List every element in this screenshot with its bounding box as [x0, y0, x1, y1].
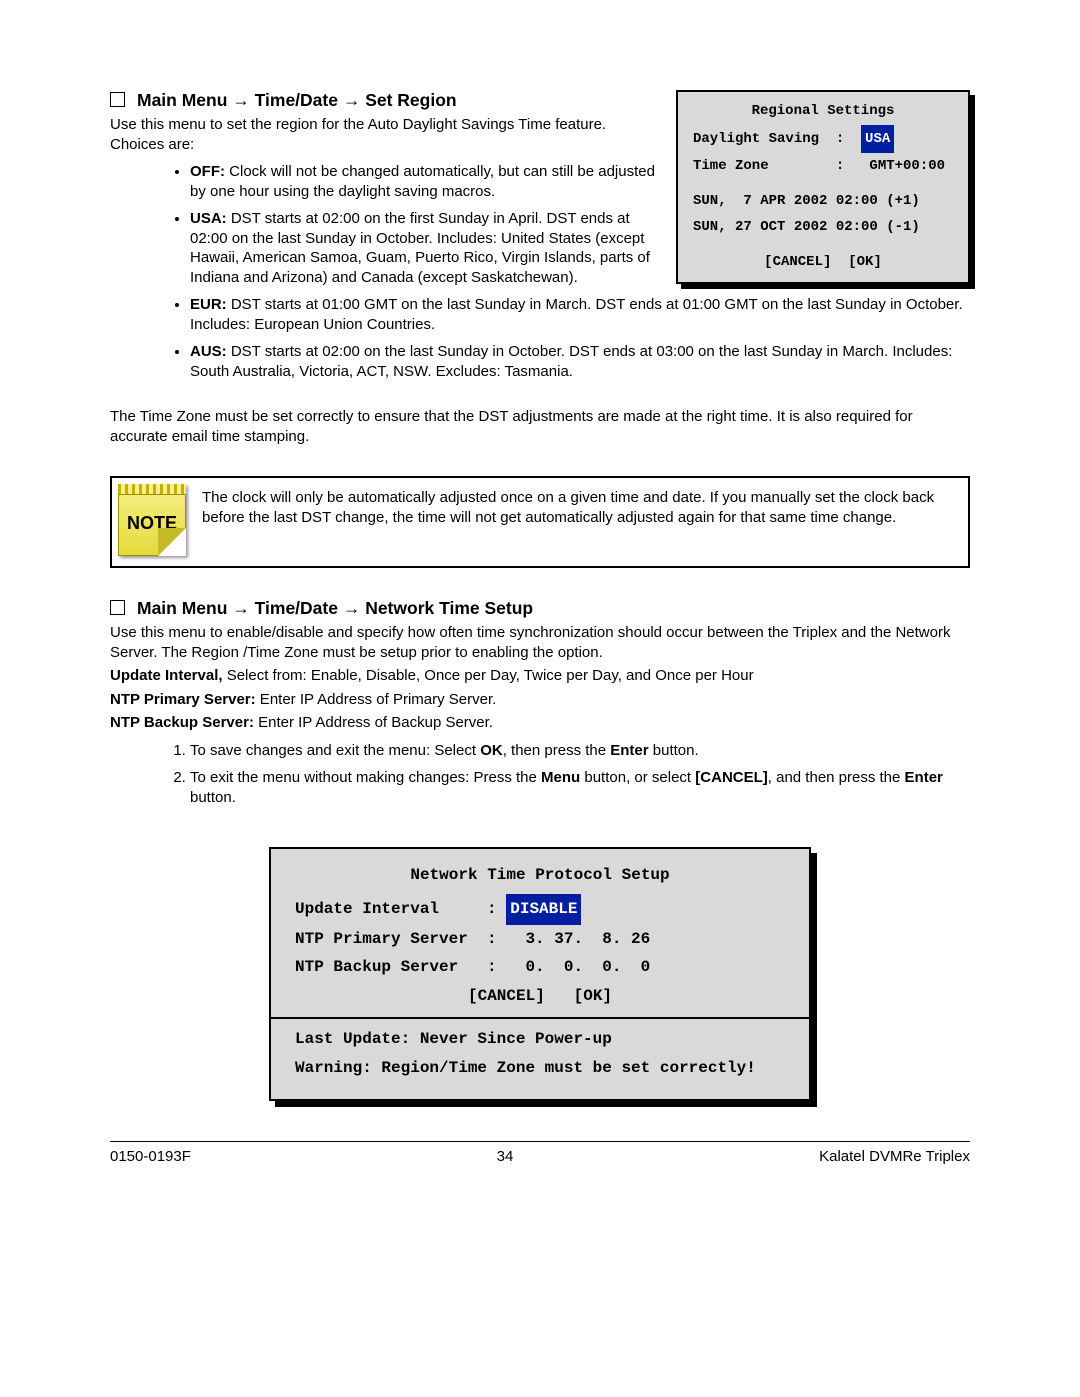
ok-button[interactable]: [OK] [574, 987, 612, 1005]
cancel-button[interactable]: [CANCEL] [468, 987, 545, 1005]
ntp-row-backup: NTP Backup Server : 0. 0. 0. 0 [295, 953, 785, 982]
regional-row-dst-start: SUN, 7 APR 2002 02:00 (+1) [693, 188, 953, 215]
cancel-button[interactable]: [CANCEL] [764, 254, 831, 270]
note-box: NOTE The clock will only be automaticall… [110, 476, 970, 568]
ntp-backup-line: NTP Backup Server: Enter IP Address of B… [110, 713, 970, 733]
list-item: To save changes and exit the menu: Selec… [190, 741, 970, 761]
ntp-warning: Warning: Region/Time Zone must be set co… [295, 1054, 785, 1083]
ok-button[interactable]: [OK] [848, 254, 882, 270]
list-item: AUS: DST starts at 02:00 on the last Sun… [190, 342, 970, 381]
regional-row-timezone: Time Zone : GMT+00:00 [693, 153, 953, 180]
footer-page-number: 34 [497, 1148, 514, 1165]
list-item: EUR: DST starts at 01:00 GMT on the last… [190, 295, 970, 334]
ntp-last-update: Last Update: Never Since Power-up [295, 1025, 785, 1054]
regional-row-dst-end: SUN, 27 OCT 2002 02:00 (-1) [693, 214, 953, 241]
ntp-panel-buttons: [CANCEL] [OK] [295, 982, 785, 1011]
checkbox-icon [110, 92, 125, 107]
regional-panel-buttons: [CANCEL] [OK] [693, 249, 953, 276]
update-interval-line: Update Interval, Select from: Enable, Di… [110, 666, 970, 686]
page-footer: 0150-0193F 34 Kalatel DVMRe Triplex [110, 1141, 970, 1165]
ntp-row-primary: NTP Primary Server : 3. 37. 8. 26 [295, 925, 785, 954]
regional-panel-title: Regional Settings [693, 98, 953, 125]
ntp-panel-title: Network Time Protocol Setup [295, 861, 785, 890]
timezone-note: The Time Zone must be set correctly to e… [110, 407, 970, 446]
ntp-setup-panel: Network Time Protocol Setup Update Inter… [269, 847, 811, 1101]
note-icon: NOTE [118, 484, 186, 556]
steps-list: To save changes and exit the menu: Selec… [110, 741, 970, 808]
footer-doc-number: 0150-0193F [110, 1148, 191, 1165]
ntp-primary-line: NTP Primary Server: Enter IP Address of … [110, 690, 970, 710]
regional-settings-panel: Regional Settings Daylight Saving : USA … [676, 90, 970, 284]
ntp-row-update-interval: Update Interval : DISABLE [295, 894, 785, 925]
section2-intro: Use this menu to enable/disable and spec… [110, 623, 970, 662]
checkbox-icon [110, 600, 125, 615]
daylight-saving-value[interactable]: USA [861, 125, 894, 154]
update-interval-value[interactable]: DISABLE [506, 894, 581, 925]
footer-product-name: Kalatel DVMRe Triplex [819, 1148, 970, 1165]
section-heading-network-time: Main Menu → Time/Date → Network Time Set… [110, 598, 970, 619]
note-text: The clock will only be automatically adj… [202, 478, 968, 537]
regional-row-daylight: Daylight Saving : USA [693, 125, 953, 154]
list-item: To exit the menu without making changes:… [190, 768, 970, 807]
